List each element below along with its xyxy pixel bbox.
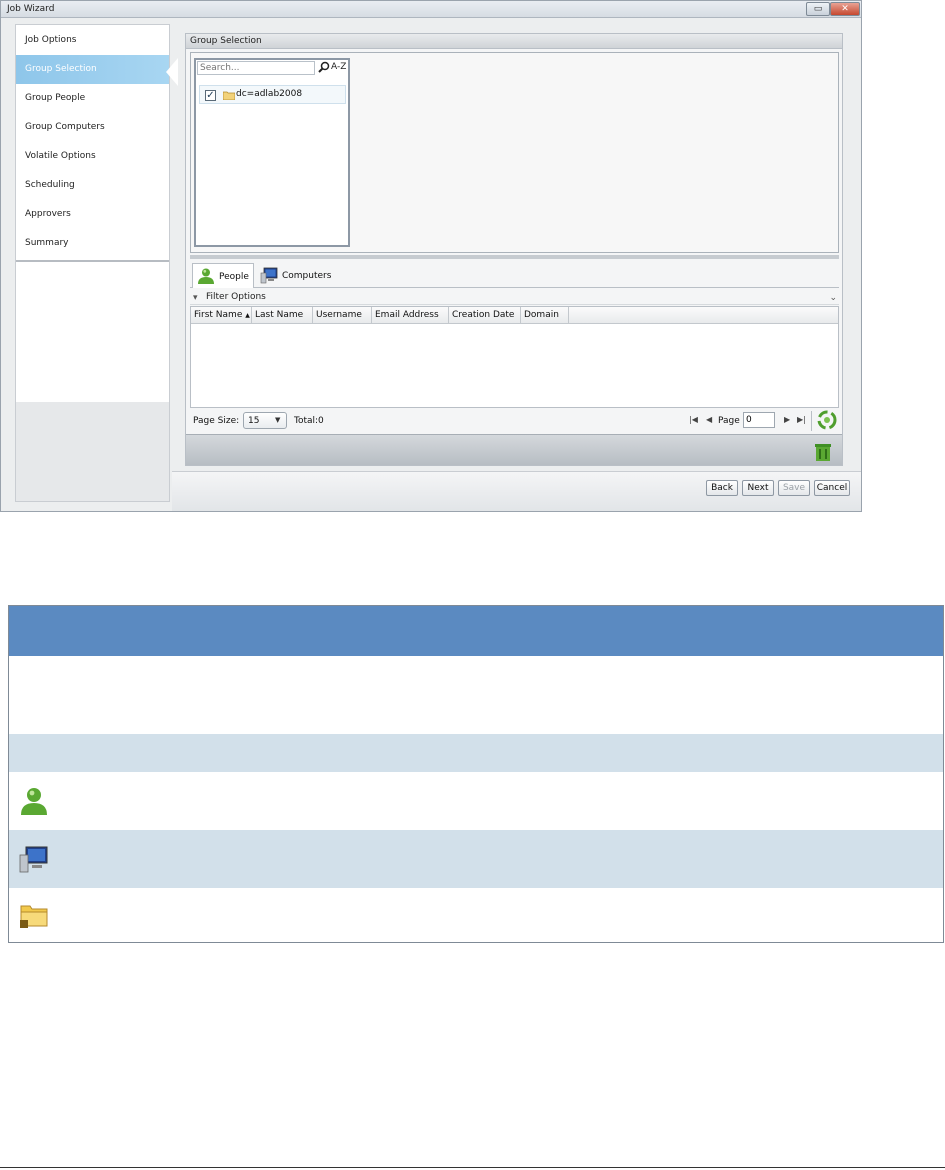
sort-az-button[interactable]: A-Z: [331, 62, 346, 72]
back-button[interactable]: Back: [706, 480, 738, 496]
nav-item-label: Summary: [25, 238, 69, 248]
wizard-button-bar: Back Next Save Cancel: [172, 471, 861, 511]
nav-item-label: Group Selection: [25, 64, 97, 74]
minimize-icon: ▭: [813, 4, 823, 14]
filter-options-bar[interactable]: ▾ Filter Options ⌄: [190, 290, 839, 305]
nav-item-group-computers[interactable]: Group Computers: [16, 113, 169, 142]
group-selection-panel: Group Selection A-Z ✓ dc=adlab2008: [185, 33, 843, 466]
filter-options-label[interactable]: Filter Options: [206, 290, 266, 304]
legend-row: [9, 734, 943, 772]
tree-node[interactable]: ✓ dc=adlab2008: [199, 85, 346, 104]
legend-row: [9, 772, 943, 830]
nav-divider: [16, 260, 169, 262]
column-label: First Name: [194, 310, 243, 320]
page-size-value: 15: [248, 416, 260, 426]
wizard-nav: Job Options Group Selection Group People…: [15, 24, 178, 502]
expand-icon[interactable]: ⌄: [829, 291, 837, 305]
panel-footer: [186, 434, 842, 465]
pager-bar: Page Size: 15 ▼ Total:0 |◀ ◀ Page ▶ ▶|: [190, 409, 839, 433]
nav-item-label: Group People: [25, 93, 86, 103]
minimize-button[interactable]: ▭: [806, 2, 830, 16]
nav-footer-area: [16, 402, 169, 501]
checkmark-icon: ✓: [206, 90, 215, 101]
nav-item-label: Job Options: [25, 35, 77, 45]
nav-item-label: Scheduling: [25, 180, 75, 190]
people-grid: First Name ▲ Last Name Username Email Ad…: [190, 306, 839, 408]
sort-ascending-icon: ▲: [245, 312, 250, 319]
search-input[interactable]: [197, 61, 315, 75]
person-icon: [21, 788, 47, 815]
nav-item-group-people[interactable]: Group People: [16, 84, 169, 113]
section-header: Group Selection: [186, 34, 842, 49]
save-button[interactable]: Save: [778, 480, 810, 496]
next-button[interactable]: Next: [742, 480, 774, 496]
column-header-creation-date[interactable]: Creation Date: [449, 307, 521, 324]
nav-selected-pointer: [166, 58, 178, 86]
trash-icon[interactable]: [813, 442, 833, 462]
column-label: Last Name: [255, 310, 304, 320]
tab-computers[interactable]: Computers: [256, 263, 336, 288]
total-count-label: Total:0: [294, 416, 324, 426]
previous-page-button[interactable]: ◀: [706, 415, 712, 424]
job-wizard-window: Job Wizard ▭ ✕ Job Options Group Selecti…: [0, 0, 862, 512]
tab-label: Computers: [282, 271, 332, 281]
chevron-down-icon: ▼: [275, 416, 281, 424]
legend-row: [9, 830, 943, 888]
group-selection-area: A-Z ✓ dc=adlab2008: [190, 52, 839, 253]
page-size-label: Page Size:: [193, 416, 240, 426]
icon-legend-table: [8, 605, 944, 943]
page-size-select[interactable]: 15 ▼: [243, 412, 287, 429]
refresh-icon[interactable]: [817, 410, 837, 430]
next-page-button[interactable]: ▶: [784, 415, 790, 424]
nav-item-approvers[interactable]: Approvers: [16, 200, 169, 229]
page-label: Page: [718, 416, 740, 426]
nav-item-summary[interactable]: Summary: [16, 229, 169, 258]
grid-body: [191, 325, 838, 407]
tab-strip: People Computers: [190, 261, 839, 288]
window-title: Job Wizard: [7, 4, 55, 14]
nav-item-job-options[interactable]: Job Options: [16, 26, 169, 55]
legend-header-row: [9, 606, 943, 656]
column-label: Email Address: [375, 310, 439, 320]
last-page-button[interactable]: ▶|: [797, 415, 806, 424]
nav-item-label: Approvers: [25, 209, 71, 219]
folder-icon: [20, 905, 48, 928]
column-label: Username: [316, 310, 362, 320]
tab-label: People: [219, 272, 249, 282]
page-number-input[interactable]: [743, 412, 775, 428]
cancel-button[interactable]: Cancel: [814, 480, 850, 496]
close-button[interactable]: ✕: [830, 2, 860, 16]
column-header-username[interactable]: Username: [313, 307, 372, 324]
column-header-email-address[interactable]: Email Address: [372, 307, 449, 324]
nav-item-group-selection[interactable]: Group Selection: [16, 55, 169, 84]
group-tree-panel: A-Z ✓ dc=adlab2008: [194, 58, 350, 247]
search-icon[interactable]: [318, 61, 330, 73]
legend-row: [9, 888, 943, 942]
column-header-first-name[interactable]: First Name ▲: [191, 307, 252, 324]
computer-icon: [260, 267, 278, 284]
grid-header: First Name ▲ Last Name Username Email Ad…: [191, 307, 838, 324]
title-bar: Job Wizard ▭ ✕: [1, 1, 861, 18]
nav-item-volatile-options[interactable]: Volatile Options: [16, 142, 169, 171]
tab-people[interactable]: People: [192, 263, 254, 288]
close-icon: ✕: [841, 4, 849, 14]
person-icon: [198, 268, 214, 284]
tree-node-checkbox[interactable]: ✓: [205, 90, 216, 101]
column-header-last-name[interactable]: Last Name: [252, 307, 313, 324]
nav-item-label: Volatile Options: [25, 151, 96, 161]
chevron-down-icon[interactable]: ▾: [193, 291, 198, 305]
column-label: Domain: [524, 310, 559, 320]
nav-item-scheduling[interactable]: Scheduling: [16, 171, 169, 200]
nav-item-label: Group Computers: [25, 122, 105, 132]
folder-icon: [223, 91, 235, 100]
column-label: Creation Date: [452, 310, 515, 320]
page-divider: [0, 1167, 945, 1168]
tree-node-label: dc=adlab2008: [236, 89, 303, 99]
pager-separator: [811, 411, 812, 431]
first-page-button[interactable]: |◀: [689, 415, 698, 424]
panel-splitter[interactable]: [190, 255, 839, 259]
column-header-domain[interactable]: Domain: [521, 307, 569, 324]
computer-icon: [19, 846, 48, 873]
legend-row: [9, 656, 943, 734]
